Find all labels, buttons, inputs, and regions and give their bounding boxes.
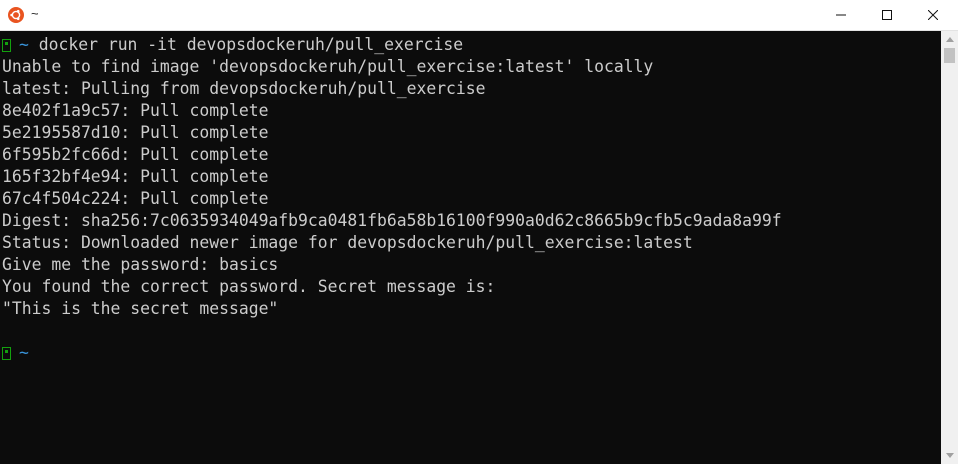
output-line: 8e402f1a9c57: Pull complete [2,101,269,120]
maximize-button[interactable] [864,0,910,30]
output-line: Status: Downloaded newer image for devop… [2,233,693,252]
output-line: latest: Pulling from devopsdockeruh/pull… [2,79,486,98]
terminal-output-area[interactable]: ~ docker run -it devopsdockeruh/pull_exe… [0,31,941,464]
output-line: 5e2195587d10: Pull complete [2,123,269,142]
prompt-status-icon [2,38,11,52]
output-line: "This is the secret message" [2,299,279,318]
chevron-down-icon [945,453,954,458]
prompt-directory: ~ [19,343,29,362]
terminal-window: ~ ~ docker run -it devopsdockeruh/pull_e… [0,0,958,464]
output-line: 67c4f504c224: Pull complete [2,189,269,208]
minimize-icon [836,14,846,16]
output-line: Digest: sha256:7c0635934049afb9ca0481fb6… [2,211,782,230]
prompt-status-icon [2,346,11,360]
output-line: 165f32bf4e94: Pull complete [2,167,269,186]
title-bar[interactable]: ~ [0,0,958,31]
output-line: Unable to find image 'devopsdockeruh/pul… [2,57,654,76]
command-text: docker run -it devopsdockeruh/pull_exerc… [38,35,464,54]
chevron-up-icon [945,37,954,42]
close-button[interactable] [910,0,956,30]
current-prompt-line[interactable]: ~ [2,342,782,364]
output-line: You found the correct password. Secret m… [2,277,496,296]
ubuntu-logo-icon[interactable] [8,7,24,23]
output-line: 6f595b2fc66d: Pull complete [2,145,269,164]
window-title: ~ [31,6,39,21]
scroll-down-button[interactable] [941,447,958,464]
scrollbar-thumb[interactable] [944,48,955,63]
prompt-directory: ~ [19,35,29,54]
command-prompt-line: ~ docker run -it devopsdockeruh/pull_exe… [2,34,782,56]
output-line: Give me the password: basics [2,255,279,274]
maximize-icon [882,10,892,20]
terminal-lines: ~ docker run -it devopsdockeruh/pull_exe… [2,34,782,364]
scroll-up-button[interactable] [941,31,958,48]
close-icon [928,10,938,20]
vertical-scrollbar[interactable] [941,31,958,464]
minimize-button[interactable] [818,0,864,30]
